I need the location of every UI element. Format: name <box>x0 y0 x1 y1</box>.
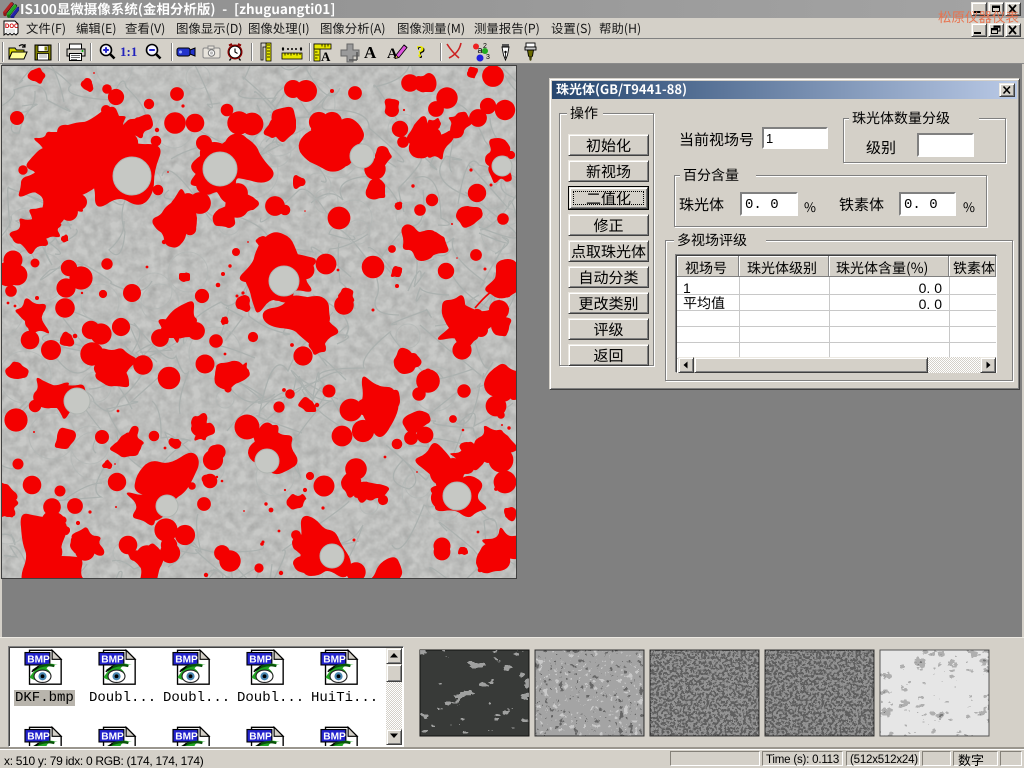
svg-text:A: A <box>364 43 377 62</box>
svg-text:1:1: 1:1 <box>120 44 137 59</box>
svg-text:2: 2 <box>483 43 487 50</box>
svg-text:a: a <box>478 45 483 55</box>
svg-text:?: ? <box>416 42 425 61</box>
svg-text:DOC: DOC <box>5 24 19 30</box>
svg-text:3: 3 <box>486 54 490 61</box>
svg-text:A: A <box>321 49 331 63</box>
